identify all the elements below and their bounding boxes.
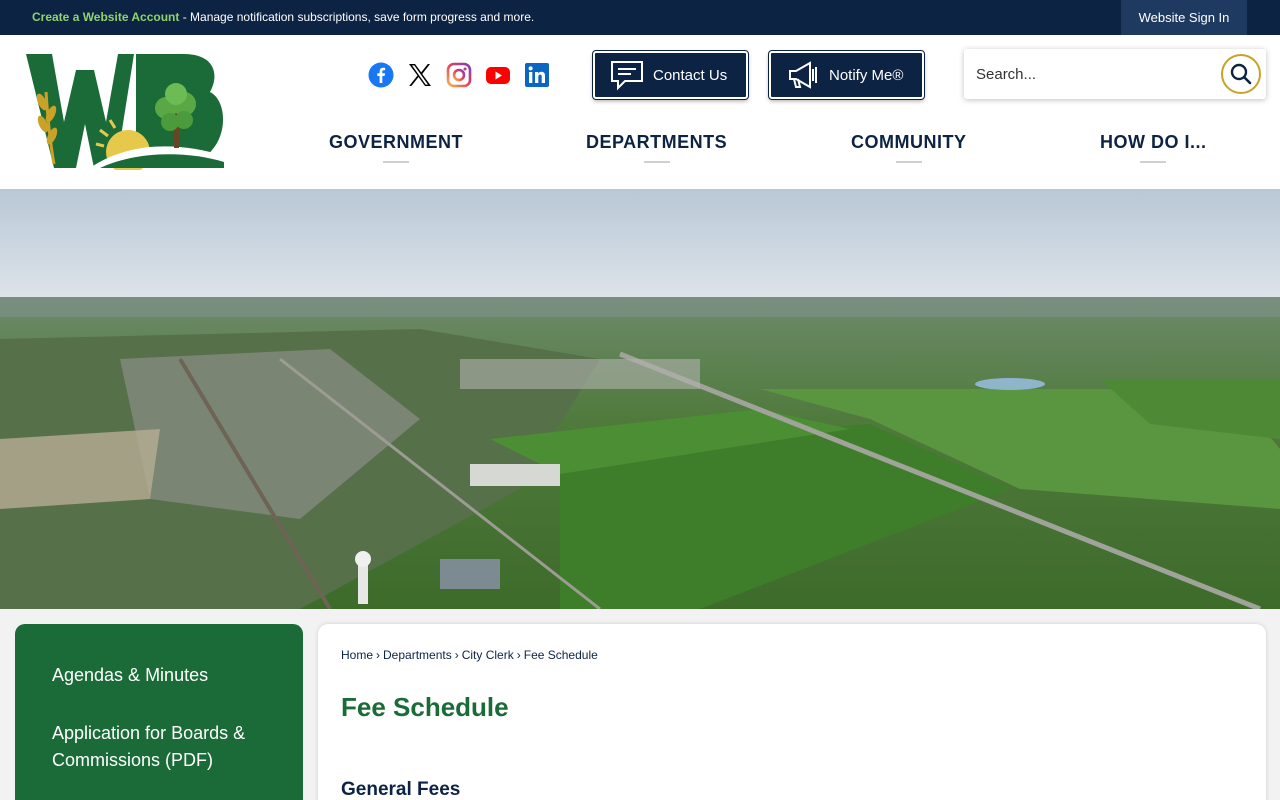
nav-underline (383, 161, 409, 163)
nav-underline (895, 161, 922, 163)
section-heading: General Fees (341, 779, 461, 800)
main-navigation: GOVERNMENT DEPARTMENTS COMMUNITY HOW DO … (0, 132, 1280, 172)
nav-item-departments[interactable]: DEPARTMENTS (586, 132, 727, 163)
search-icon (1230, 63, 1252, 85)
x-icon[interactable] (407, 62, 433, 88)
account-promo: Create a Website Account - Manage notifi… (32, 10, 534, 24)
nav-item-how-do-i[interactable]: HOW DO I... (1100, 132, 1207, 163)
sidebar-item-boards-application[interactable]: Application for Boards & Commissions (PD… (52, 720, 262, 774)
youtube-icon[interactable] (485, 62, 511, 88)
social-links (368, 62, 550, 88)
breadcrumb-current: Fee Schedule (523, 648, 598, 662)
account-promo-text: - Manage notification subscriptions, sav… (179, 10, 535, 24)
breadcrumb-separator: › (376, 648, 381, 662)
nav-item-government[interactable]: GOVERNMENT (329, 132, 463, 163)
nav-label: HOW DO I... (1100, 132, 1207, 152)
notify-me-button[interactable]: Notify Me® (768, 50, 925, 100)
breadcrumb-separator: › (454, 648, 459, 662)
megaphone-icon (783, 57, 823, 93)
breadcrumb-city-clerk[interactable]: City Clerk (462, 648, 514, 662)
search-box (964, 49, 1266, 99)
contact-us-button[interactable]: Contact Us (592, 50, 749, 100)
top-utility-bar: Create a Website Account - Manage notifi… (0, 0, 1280, 35)
page-title: Fee Schedule (341, 692, 509, 722)
breadcrumb-home[interactable]: Home (341, 648, 373, 662)
chat-bubble-icon (607, 57, 647, 93)
nav-label: DEPARTMENTS (586, 132, 728, 152)
nav-label: COMMUNITY (851, 132, 967, 152)
notify-me-label: Notify Me® (829, 66, 904, 84)
sidebar-item-agendas-minutes[interactable]: Agendas & Minutes (52, 662, 262, 689)
nav-underline (1140, 161, 1167, 163)
nav-item-community[interactable]: COMMUNITY (851, 132, 967, 163)
search-button[interactable] (1221, 54, 1261, 94)
linkedin-icon[interactable] (524, 62, 550, 88)
nav-label: GOVERNMENT (329, 132, 464, 152)
create-account-link[interactable]: Create a Website Account (32, 10, 179, 24)
breadcrumb-departments[interactable]: Departments (383, 648, 452, 662)
nav-underline (643, 161, 670, 163)
breadcrumb-separator: › (516, 648, 521, 662)
breadcrumb: Home › Departments › City Clerk › Fee Schedule (341, 648, 598, 662)
facebook-icon[interactable] (368, 62, 394, 88)
side-navigation: Agendas & Minutes Application for Boards… (15, 624, 303, 800)
contact-us-label: Contact Us (653, 66, 728, 84)
main-content: Home › Departments › City Clerk › Fee Schedule… (318, 624, 1266, 800)
search-input[interactable] (976, 58, 1216, 90)
site-header: Contact Us Notify Me® GOVERNMENT DEPARTM… (0, 35, 1280, 189)
instagram-icon[interactable] (446, 62, 472, 88)
website-sign-in-button[interactable]: Website Sign In (1121, 0, 1247, 35)
hero-aerial-image (0, 189, 1280, 609)
